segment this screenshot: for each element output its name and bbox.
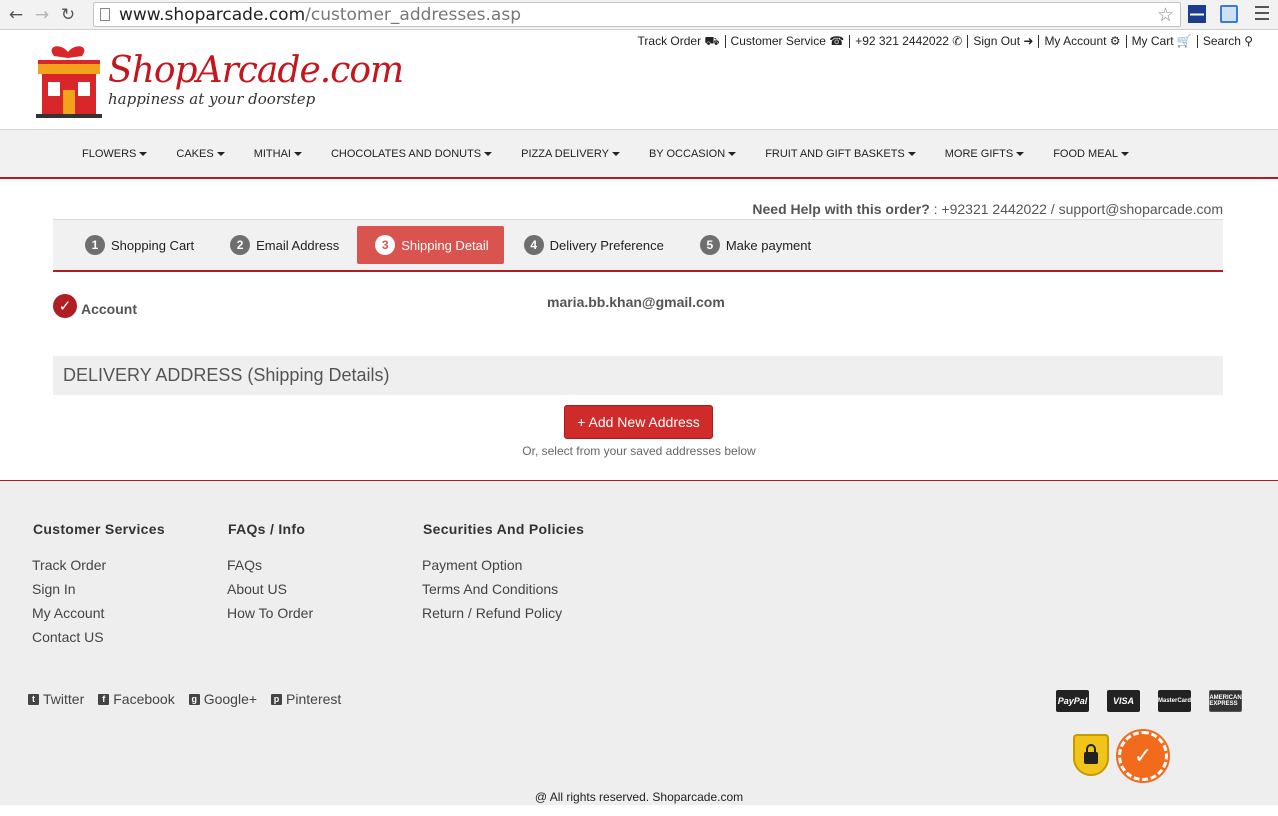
- forward-icon[interactable]: →: [32, 5, 52, 25]
- caret-down-icon: [1016, 151, 1025, 156]
- footer-track-order-link[interactable]: Track Order: [32, 553, 165, 577]
- sign-out-link[interactable]: Sign Out ➜: [967, 35, 1038, 48]
- mastercard-icon: MasterCard: [1158, 690, 1191, 712]
- reload-icon[interactable]: ↻: [58, 5, 78, 25]
- footer-contact-link[interactable]: Contact US: [32, 625, 165, 649]
- secure-lock-icon: [1073, 734, 1109, 776]
- footer-faqs-info: FAQs / Info FAQs About US How To Order: [227, 521, 313, 625]
- track-order-link[interactable]: Track Order ⛟: [633, 35, 725, 48]
- bookmark-star-icon[interactable]: ☆: [1157, 4, 1174, 26]
- browser-menu-icon[interactable]: [1255, 6, 1269, 20]
- my-account-link[interactable]: My Account ⚙: [1038, 35, 1125, 48]
- nav-food-meal[interactable]: FOOD MEAL: [1053, 148, 1129, 160]
- saved-address-note: Or, select from your saved addresses bel…: [522, 444, 756, 458]
- facebook-link[interactable]: f Facebook: [98, 691, 175, 707]
- extension-icon[interactable]: [1188, 5, 1206, 23]
- logo-text: ShopArcade.com: [108, 50, 404, 91]
- social-links: t Twitter f Facebook g Google+ p Pinterest: [28, 691, 355, 707]
- phone-link[interactable]: +92 321 2442022 ✆: [849, 35, 967, 48]
- checkout-content: Need Help with this order? : +92321 2442…: [0, 179, 1278, 480]
- twitter-icon: t: [28, 693, 39, 705]
- nav-flowers[interactable]: FLOWERS: [82, 148, 148, 160]
- nav-cakes[interactable]: CAKES: [176, 148, 225, 160]
- check-icon: ✓: [53, 294, 77, 318]
- nav-occasion[interactable]: BY OCCASION: [649, 148, 737, 160]
- caret-down-icon: [611, 151, 620, 156]
- nav-pizza[interactable]: PIZZA DELIVERY: [521, 148, 620, 160]
- back-icon[interactable]: ←: [6, 5, 26, 25]
- extension-folder-icon[interactable]: [1220, 5, 1238, 23]
- account-label: Account: [81, 301, 137, 317]
- twitter-link[interactable]: t Twitter: [28, 691, 84, 707]
- caret-down-icon: [293, 151, 302, 156]
- footer-payment-option-link[interactable]: Payment Option: [422, 553, 584, 577]
- add-new-address-button[interactable]: + Add New Address: [564, 405, 713, 439]
- footer-about-link[interactable]: About US: [227, 577, 313, 601]
- help-contact[interactable]: : +92321 2442022 / support@shoparcade.co…: [930, 201, 1223, 217]
- main-nav: FLOWERS CAKES MITHAI CHOCOLATES AND DONU…: [0, 129, 1278, 179]
- top-links: Track Order ⛟ Customer Service ☎ +92 321…: [633, 35, 1258, 48]
- caret-down-icon: [728, 151, 737, 156]
- footer-refund-policy-link[interactable]: Return / Refund Policy: [422, 601, 584, 625]
- payment-cards: PayPal VISA MasterCard AMERICAN EXPRESS: [1056, 690, 1242, 712]
- gift-shop-icon: [36, 46, 102, 118]
- step-delivery-preference[interactable]: 4 Delivery Preference: [523, 226, 680, 264]
- address-bar[interactable]: www.shoparcade.com/customer_addresses.as…: [93, 2, 1181, 27]
- search-link[interactable]: Search ⚲: [1196, 35, 1258, 48]
- site-header: Track Order ⛟ Customer Service ☎ +92 321…: [0, 30, 1278, 129]
- footer-sign-in-link[interactable]: Sign In: [32, 577, 165, 601]
- footer-how-to-order-link[interactable]: How To Order: [227, 601, 313, 625]
- pinterest-icon: p: [271, 693, 283, 705]
- delivery-address-heading: DELIVERY ADDRESS (Shipping Details): [53, 356, 1223, 395]
- satisfaction-guaranteed-seal-icon: ✓: [1116, 729, 1170, 783]
- footer-terms-link[interactable]: Terms And Conditions: [422, 577, 584, 601]
- amex-icon: AMERICAN EXPRESS: [1209, 690, 1242, 712]
- footer-my-account-link[interactable]: My Account: [32, 601, 165, 625]
- google-plus-icon: g: [188, 693, 200, 705]
- nav-fruit-baskets[interactable]: FRUIT AND GIFT BASKETS: [765, 148, 916, 160]
- visa-icon: VISA: [1107, 690, 1140, 712]
- page-icon: [100, 8, 110, 21]
- google-plus-link[interactable]: g Google+: [188, 691, 257, 707]
- help-line: Need Help with this order? : +92321 2442…: [752, 201, 1223, 217]
- copyright-text: @ All rights reserved. Shoparcade.com: [534, 790, 744, 804]
- logo-tagline: happiness at your doorstep: [108, 90, 316, 108]
- caret-down-icon: [216, 151, 225, 156]
- facebook-icon: f: [98, 693, 110, 705]
- footer-securities-policies: Securities And Policies Payment Option T…: [422, 521, 585, 625]
- nav-mithai[interactable]: MITHAI: [254, 148, 302, 160]
- nav-more-gifts[interactable]: MORE GIFTS: [945, 148, 1025, 160]
- account-status: ✓ Account: [53, 294, 137, 318]
- paypal-icon: PayPal: [1056, 690, 1089, 712]
- caret-down-icon: [139, 151, 148, 156]
- caret-down-icon: [907, 151, 916, 156]
- footer-heading: Securities And Policies: [423, 521, 585, 537]
- caret-down-icon: [484, 151, 493, 156]
- my-cart-link[interactable]: My Cart 🛒: [1125, 35, 1197, 48]
- step-shopping-cart[interactable]: 1 Shopping Cart: [85, 226, 210, 264]
- caret-down-icon: [1121, 151, 1129, 156]
- account-email: maria.bb.khan@gmail.com: [547, 294, 725, 310]
- footer-heading: Customer Services: [33, 521, 165, 537]
- help-label: Need Help with this order?: [752, 201, 930, 217]
- nav-chocolates[interactable]: CHOCOLATES AND DONUTS: [331, 148, 493, 160]
- step-shipping-detail[interactable]: 3 Shipping Detail: [357, 226, 504, 264]
- footer-faqs-link[interactable]: FAQs: [227, 553, 313, 577]
- step-email-address[interactable]: 2 Email Address: [230, 226, 355, 264]
- step-make-payment[interactable]: 5 Make payment: [699, 226, 827, 264]
- url-text: www.shoparcade.com/customer_addresses.as…: [119, 4, 521, 25]
- site-footer: Customer Services Track Order Sign In My…: [0, 480, 1278, 805]
- checkout-steps: 1 Shopping Cart 2 Email Address 3 Shipping …: [53, 219, 1223, 272]
- site-logo[interactable]: ShopArcade.com happiness at your doorste…: [32, 42, 404, 122]
- customer-service-link[interactable]: Customer Service ☎: [724, 35, 850, 48]
- footer-heading: FAQs / Info: [228, 521, 306, 537]
- footer-customer-services: Customer Services Track Order Sign In My…: [32, 521, 165, 649]
- browser-toolbar: ← → ↻ www.shoparcade.com/customer_addres…: [0, 0, 1278, 30]
- pinterest-link[interactable]: p Pinterest: [271, 691, 341, 707]
